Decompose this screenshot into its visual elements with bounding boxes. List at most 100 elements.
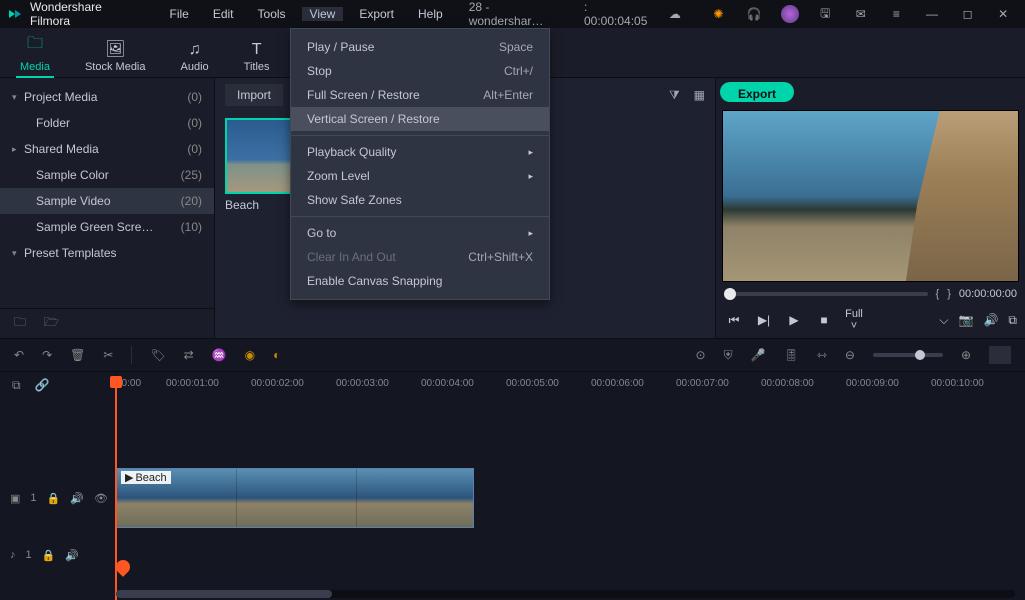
mark-in-icon[interactable]: { [936,288,940,300]
zoom-out-icon[interactable]: ⊖ [845,348,855,362]
tab-stock-media[interactable]: 🖼 Stock Media [85,35,146,77]
track-mute-icon[interactable]: 🔊 [70,492,84,505]
preview-seekbar[interactable] [724,292,928,296]
redo-icon[interactable]: ↷ [42,348,52,362]
audio-track-head: ♪1 🔒 🔊 [0,542,116,568]
tab-titles-label: Titles [244,61,270,73]
menu-view[interactable]: View [302,7,344,21]
tab-media-label: Media [20,61,50,73]
timeline-hscroll[interactable] [116,590,1015,598]
sidebar-item-sample-video[interactable]: Sample Video(20) [0,188,214,214]
new-subfolder-icon[interactable]: 🗁 [44,313,59,334]
preview-monitor[interactable] [722,110,1019,282]
sidebar-item-preset-templates[interactable]: ▾Preset Templates [0,240,214,266]
adjust-icon[interactable]: ⇄ [184,348,194,362]
menu-playback-quality[interactable]: Playback Quality▸ [291,140,549,164]
audio-track[interactable] [116,542,1025,568]
save-icon[interactable]: 🖫 [811,2,839,26]
menu-safe-zones[interactable]: Show Safe Zones [291,188,549,212]
account-icon[interactable] [776,2,804,26]
audio-adjust-icon[interactable]: ♒ [212,348,227,362]
timeline-left-icons: ⧉ 🔗 [0,378,116,393]
delete-icon[interactable]: 🗑 [70,348,85,362]
sidebar-bottom-bar: 🗀 🗁 [0,308,214,338]
shield-icon[interactable]: ⛨ [724,348,733,363]
app-logo-icon [8,7,22,21]
snapshot-icon[interactable]: 📷 [959,313,974,327]
menu-export[interactable]: Export [351,7,402,21]
media-sidebar: ▾Project Media(0) Folder(0) ▸Shared Medi… [0,78,215,338]
track-lock-icon[interactable]: 🔒 [47,492,61,505]
quality-dropdown[interactable]: Full ˅ [844,308,864,332]
timeline-ruler[interactable]: 00:00 00:00:01:00 00:00:02:00 00:00:03:0… [116,378,1025,406]
clip-beach[interactable]: ▶Beach [116,468,474,528]
menu-help[interactable]: Help [410,7,451,21]
close-icon[interactable]: ✕ [989,2,1017,26]
grid-view-icon[interactable]: ▦ [694,88,705,103]
display-settings-icon[interactable]: ⌵ [939,313,948,328]
video-track-icon: ▣ [10,492,20,505]
sidebar-item-project-media[interactable]: ▾Project Media(0) [0,84,214,110]
import-button[interactable]: Import [225,84,283,106]
maximize-icon[interactable]: ◻ [954,2,982,26]
mixer-icon[interactable]: 🎚 [784,348,799,362]
undo-icon[interactable]: ↶ [14,348,24,362]
support-icon[interactable]: 🎧 [740,2,768,26]
popout-icon[interactable]: ⧉ [1008,313,1017,328]
sidebar-item-label: Sample Color [36,168,109,182]
tab-audio[interactable]: ♫ Audio [181,37,209,77]
sidebar-item-shared-media[interactable]: ▸Shared Media(0) [0,136,214,162]
menu-file[interactable]: File [161,7,196,21]
step-back-icon[interactable]: ⏮ [724,313,744,328]
fit-icon[interactable]: ⇿ [817,348,827,362]
sidebar-item-sample-green[interactable]: Sample Green Scre…(10) [0,214,214,240]
menu-vertical-screen[interactable]: Vertical Screen / Restore [291,107,549,131]
export-button[interactable]: Export [720,82,794,102]
track-lock-icon[interactable]: 🔒 [42,549,56,562]
tab-media[interactable]: 🗀 Media [20,28,50,77]
color-icon[interactable]: ◐ [273,348,280,362]
menu-edit[interactable]: Edit [205,7,242,21]
sidebar-item-label: Project Media [24,90,97,104]
tag-icon[interactable]: 🏷 [150,348,165,362]
menu-zoom-level[interactable]: Zoom Level▸ [291,164,549,188]
new-folder-icon[interactable]: 🗀 [14,313,26,334]
menu-goto[interactable]: Go to▸ [291,221,549,245]
stop-icon[interactable]: ■ [814,313,834,327]
ruler-tick: 00:00:08:00 [761,378,814,389]
zoom-slider[interactable] [873,353,943,357]
track-mute-icon[interactable]: 🔊 [65,549,79,562]
timeline: ⧉ 🔗 00:00 00:00:01:00 00:00:02:00 00:00:… [0,372,1025,600]
speed-icon[interactable]: ◉ [245,348,255,362]
mark-out-icon[interactable]: } [947,288,951,300]
menu-fullscreen[interactable]: Full Screen / RestoreAlt+Enter [291,83,549,107]
filter-icon[interactable]: ⧩ [669,88,680,103]
track-settings-icon[interactable] [989,346,1011,364]
sidebar-item-sample-color[interactable]: Sample Color(25) [0,162,214,188]
copy-icon[interactable]: ⧉ [12,378,21,393]
play-icon[interactable]: ▶ [784,313,804,327]
cloud-icon[interactable]: ☁ [661,2,689,26]
tab-titles[interactable]: T Titles [244,37,270,77]
title-bar: Wondershare Filmora File Edit Tools View… [0,0,1025,28]
menu-canvas-snapping[interactable]: Enable Canvas Snapping [291,269,549,293]
sidebar-item-folder[interactable]: Folder(0) [0,110,214,136]
track-visible-icon[interactable]: 👁 [94,492,108,505]
zoom-in-icon[interactable]: ⊕ [961,348,971,362]
mic-icon[interactable]: 🎤 [751,348,766,362]
menu-tools[interactable]: Tools [250,7,294,21]
mail-icon[interactable]: ✉ [847,2,875,26]
link-icon[interactable]: 🔗 [35,378,50,393]
app-title: Wondershare Filmora [30,0,143,28]
cut-icon[interactable]: ✂ [103,348,113,362]
tips-icon[interactable]: ✺ [705,2,733,26]
play-in-to-out-icon[interactable]: ▶| [754,313,774,327]
video-track[interactable]: ▶Beach [116,468,1025,528]
menu-stop[interactable]: StopCtrl+/ [291,59,549,83]
volume-icon[interactable]: 🔊 [983,313,998,327]
menu-play-pause[interactable]: Play / PauseSpace [291,35,549,59]
marker-icon-tb[interactable]: ⊙ [696,348,706,362]
minimize-icon[interactable]: — [918,2,946,26]
titles-tab-icon: T [252,41,262,59]
settings-menu-icon[interactable]: ≡ [883,2,911,26]
